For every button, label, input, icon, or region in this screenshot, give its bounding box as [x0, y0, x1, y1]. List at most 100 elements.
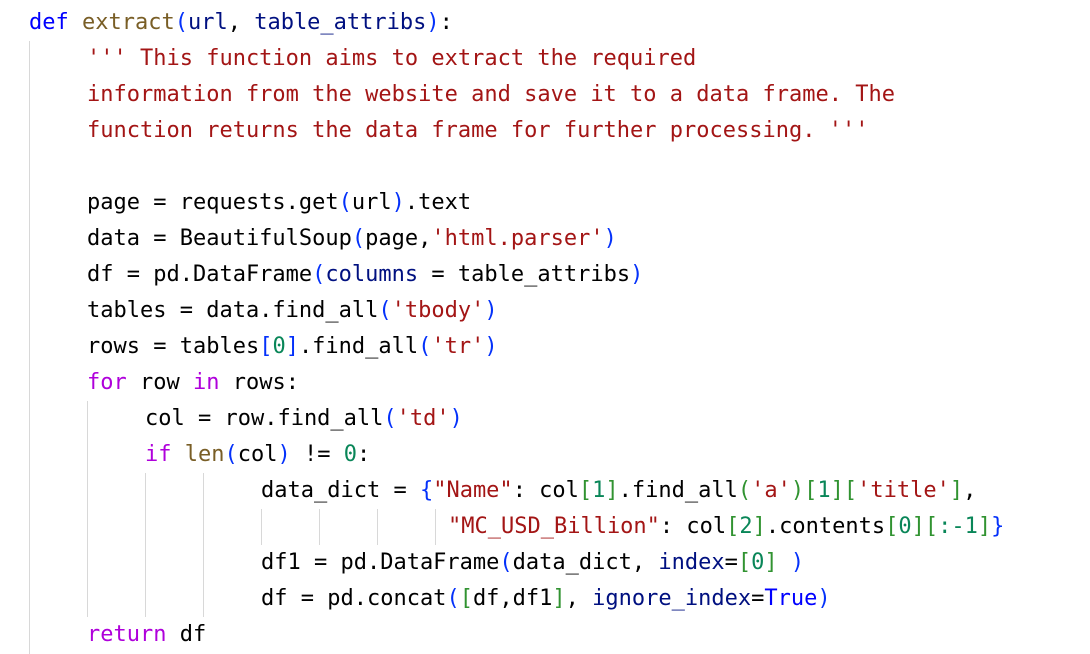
code-line: "MC_USD_Billion": col[2].contents[0][:-1… [448, 509, 1004, 545]
string-token: function returns the data frame for furt… [87, 118, 869, 143]
code-token: , [565, 586, 593, 611]
code-token: , [963, 478, 977, 503]
code-token: df = pd.concat [261, 586, 447, 611]
string-token: ''' This function aims to extract the re… [87, 46, 697, 71]
bracket-token: ( [737, 478, 752, 503]
indent-guide [87, 401, 88, 617]
code-token: df [166, 622, 207, 647]
code-token: rows = tables [87, 334, 260, 359]
parameter-token: index [658, 550, 725, 575]
string-token: 'td' [396, 406, 450, 431]
string-token: 'title' [857, 478, 950, 503]
bracket-token: ) [449, 406, 463, 431]
code-token: col [237, 442, 278, 467]
indent-guide [203, 473, 204, 617]
string-token: 'tr' [431, 334, 485, 359]
bracket-token: [ [843, 478, 858, 503]
code-token: df = pd.DataFrame [87, 262, 313, 287]
code-token: page = requests.get [87, 190, 339, 215]
code-line: col = row.find_all('td') [145, 401, 463, 437]
indent-guide [377, 509, 378, 545]
number-token: 0 [343, 442, 357, 467]
code-token: : col [512, 478, 579, 503]
parameter-token: table_attribs [254, 10, 427, 35]
bracket-token: ) [790, 478, 805, 503]
control-keyword-token: for [87, 370, 127, 395]
code-token: url [351, 190, 392, 215]
bracket-token: { [419, 478, 434, 503]
number-token: 1 [817, 478, 831, 503]
code-token: .find_all [298, 334, 419, 359]
bracket-token: [ [259, 334, 273, 359]
bracket-token: ( [224, 442, 238, 467]
function-token: extract [81, 10, 175, 35]
code-token: data_dict, [512, 550, 659, 575]
bracket-token: ) [484, 334, 498, 359]
string-token: "Name" [433, 478, 513, 503]
bracket-token: ( [312, 262, 326, 287]
bracket-token: ) [391, 190, 405, 215]
bracket-token: [ [885, 514, 899, 539]
string-token: 'a' [751, 478, 791, 503]
control-keyword-token: if [145, 442, 172, 467]
code-line: data_dict = {"Name": col[1].find_all('a'… [261, 473, 976, 509]
bracket-token: ) [426, 10, 440, 35]
number-token: 2 [739, 514, 753, 539]
parameter-token: columns [325, 262, 419, 287]
code-line: information from the website and save it… [87, 77, 895, 113]
parameter-token: url [187, 10, 228, 35]
code-line: def extract(url, table_attribs): [29, 5, 453, 41]
number-token: 0 [272, 334, 286, 359]
code-line: function returns the data frame for furt… [87, 113, 868, 149]
string-token: 'tbody' [391, 298, 485, 323]
code-line: ''' This function aims to extract the re… [87, 41, 696, 77]
code-token: col = row.find_all [145, 406, 384, 431]
code-line: return df [87, 617, 206, 653]
code-token: .text [404, 190, 472, 215]
code-line: rows = tables[0].find_all('tr') [87, 329, 498, 365]
indent-guide [435, 509, 436, 545]
parameter-token: ignore_index [592, 586, 752, 611]
bracket-token: [ [726, 514, 740, 539]
bracket-token: ] [552, 586, 566, 611]
code-token: = [724, 550, 738, 575]
bracket-token: ) [603, 226, 617, 251]
code-token: .contents [765, 514, 886, 539]
code-token: , [227, 10, 255, 35]
control-keyword-token: in [192, 370, 220, 395]
keyword-token: True [764, 586, 818, 611]
code-line: data = BeautifulSoup(page,'html.parser') [87, 221, 617, 257]
number-token: 0 [898, 514, 912, 539]
bracket-token: ) [277, 442, 291, 467]
bracket-token: ) [790, 550, 805, 575]
code-token: tables = data.find_all [87, 298, 379, 323]
bracket-token: ( [383, 406, 397, 431]
bracket-token: ) [817, 586, 831, 611]
code-token: df1 = pd.DataFrame [261, 550, 500, 575]
bracket-token: ] [605, 478, 619, 503]
bracket-token: [ [924, 514, 939, 539]
function-token: len [184, 442, 225, 467]
code-line: if len(col) != 0: [145, 437, 370, 473]
number-token: 1 [592, 478, 606, 503]
code-token: data_dict = [261, 478, 420, 503]
code-line: tables = data.find_all('tbody') [87, 293, 498, 329]
bracket-token: ( [338, 190, 352, 215]
code-token: df,df1 [472, 586, 553, 611]
code-line: df = pd.DataFrame(columns = table_attrib… [87, 257, 643, 293]
string-token: information from the website and save it… [87, 82, 895, 107]
indent-guide [261, 509, 262, 545]
number-token: 0 [751, 550, 765, 575]
bracket-token: ] [830, 478, 844, 503]
code-token: = table_attribs [418, 262, 631, 287]
indent-guide [319, 509, 320, 545]
bracket-token: ( [499, 550, 513, 575]
code-editor[interactable]: def extract(url, table_attribs): ''' Thi… [0, 0, 1090, 654]
code-line: df1 = pd.DataFrame(data_dict, index=[0] … [261, 545, 804, 581]
string-token: 'html.parser' [431, 226, 604, 251]
code-token: : [439, 10, 453, 35]
indent-guide [29, 41, 30, 654]
bracket-token: ] [285, 334, 299, 359]
bracket-token: ( [351, 226, 366, 251]
